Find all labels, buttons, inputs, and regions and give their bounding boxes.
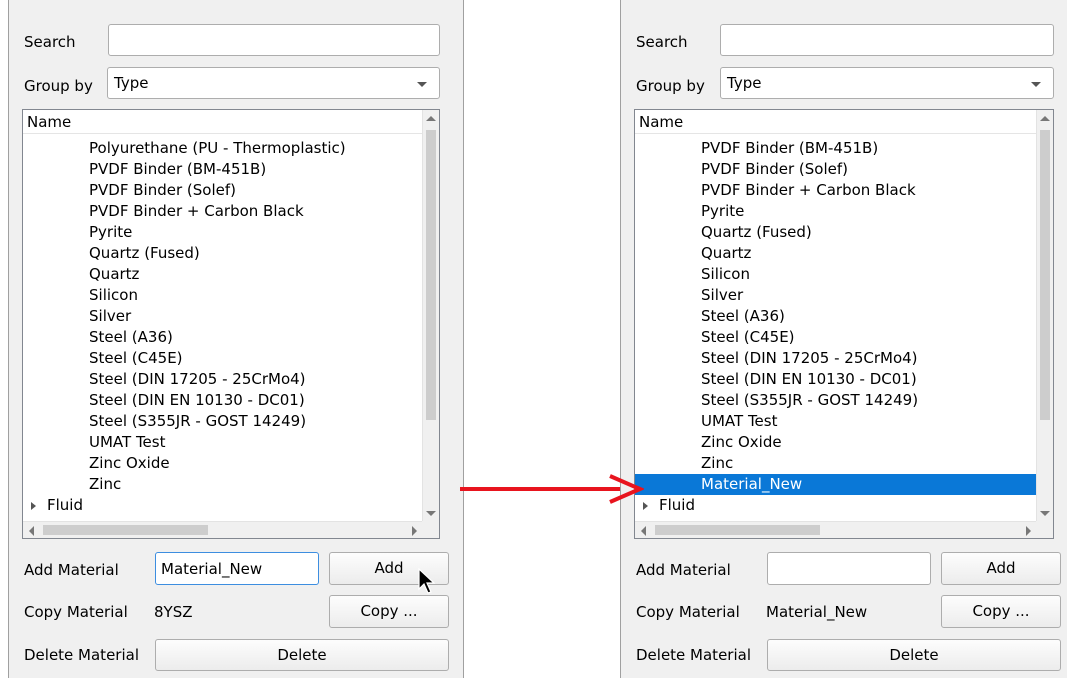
group-by-select[interactable]: Type (107, 67, 440, 99)
copy-button[interactable]: Copy ... (941, 595, 1061, 628)
search-input[interactable] (108, 24, 440, 56)
h-scrollbar-thumb[interactable] (655, 525, 820, 535)
material-item[interactable]: Steel (DIN EN 10130 - DC01) (635, 369, 1036, 390)
material-item[interactable]: Steel (C45E) (23, 348, 422, 369)
delete-material-label: Delete Material (24, 646, 139, 664)
delete-button[interactable]: Delete (155, 639, 449, 671)
search-label: Search (636, 33, 688, 51)
material-item[interactable]: UMAT Test (635, 411, 1036, 432)
material-item[interactable]: Zinc Oxide (23, 453, 422, 474)
scroll-right-icon[interactable] (1026, 526, 1031, 536)
material-tree[interactable]: Name Polyurethane (PU - Thermoplastic) PV… (22, 109, 440, 539)
material-item[interactable]: PVDF Binder + Carbon Black (635, 180, 1036, 201)
material-tree[interactable]: Name PVDF Binder (BM-451B) PVDF Binder (S… (634, 109, 1054, 539)
material-item[interactable]: Steel (DIN EN 10130 - DC01) (23, 390, 422, 411)
copy-material-value: 8YSZ (154, 603, 193, 621)
scroll-left-icon[interactable] (29, 526, 34, 536)
scroll-up-icon[interactable] (426, 116, 436, 121)
chevron-down-icon[interactable] (417, 82, 427, 87)
delete-button[interactable]: Delete (767, 639, 1061, 671)
tree-header-name[interactable]: Name (23, 110, 422, 134)
tree-group-fluid[interactable]: Fluid (635, 495, 1036, 516)
material-item[interactable]: Material_New (635, 474, 1036, 495)
material-item[interactable]: Quartz (635, 243, 1036, 264)
copy-button[interactable]: Copy ... (329, 595, 449, 628)
material-item[interactable]: PVDF Binder (BM-451B) (635, 138, 1036, 159)
material-item[interactable]: Zinc (23, 474, 422, 495)
material-item[interactable]: Steel (C45E) (635, 327, 1036, 348)
arrow-cursor-icon (418, 568, 436, 594)
group-by-label: Group by (24, 77, 93, 95)
material-item[interactable]: Quartz (23, 264, 422, 285)
material-item[interactable]: PVDF Binder (Solef) (635, 159, 1036, 180)
material-item[interactable]: Silicon (23, 285, 422, 306)
scroll-up-icon[interactable] (1040, 116, 1050, 121)
tree-header-name[interactable]: Name (635, 110, 1036, 134)
vertical-scrollbar[interactable] (1036, 110, 1053, 522)
search-label: Search (24, 33, 76, 51)
copy-material-label: Copy Material (636, 603, 740, 621)
scroll-down-icon[interactable] (426, 511, 436, 516)
add-material-input[interactable]: Material_New (155, 552, 319, 585)
h-scrollbar-thumb[interactable] (43, 525, 208, 535)
tree-group-fluid[interactable]: Fluid (23, 495, 422, 516)
group-by-label: Group by (636, 77, 705, 95)
scroll-right-icon[interactable] (412, 526, 417, 536)
expand-arrow-icon[interactable] (31, 502, 36, 510)
material-item[interactable]: PVDF Binder (BM-451B) (23, 159, 422, 180)
material-panel-before: Search Group by Type Name Polyurethane (… (8, 0, 464, 678)
search-input[interactable] (720, 24, 1054, 56)
material-item[interactable]: Pyrite (635, 201, 1036, 222)
add-material-label: Add Material (636, 561, 731, 579)
delete-material-label: Delete Material (636, 646, 751, 664)
horizontal-scrollbar[interactable] (635, 521, 1037, 538)
add-material-label: Add Material (24, 561, 119, 579)
material-item[interactable]: Steel (DIN 17205 - 25CrMo4) (23, 369, 422, 390)
material-item[interactable]: PVDF Binder + Carbon Black (23, 201, 422, 222)
material-item[interactable]: Steel (DIN 17205 - 25CrMo4) (635, 348, 1036, 369)
material-item[interactable]: Quartz (Fused) (635, 222, 1036, 243)
material-item[interactable]: Steel (S355JR - GOST 14249) (23, 411, 422, 432)
material-item[interactable]: Zinc (635, 453, 1036, 474)
material-item[interactable]: Quartz (Fused) (23, 243, 422, 264)
horizontal-scrollbar[interactable] (23, 521, 423, 538)
material-item[interactable]: PVDF Binder (Solef) (23, 180, 422, 201)
add-button[interactable]: Add (941, 552, 1061, 585)
material-item[interactable]: Steel (A36) (23, 327, 422, 348)
group-by-select[interactable]: Type (720, 67, 1054, 99)
transition-arrow-icon (460, 474, 644, 504)
chevron-down-icon[interactable] (1031, 82, 1041, 87)
material-panel-after: Search Group by Type Name PVDF Binder (B… (620, 0, 1067, 678)
material-item[interactable]: UMAT Test (23, 432, 422, 453)
material-item[interactable]: Zinc Oxide (635, 432, 1036, 453)
material-item[interactable]: Steel (S355JR - GOST 14249) (635, 390, 1036, 411)
material-item[interactable]: Silicon (635, 264, 1036, 285)
scroll-left-icon[interactable] (641, 526, 646, 536)
scrollbar-thumb[interactable] (426, 130, 436, 420)
copy-material-value: Material_New (766, 603, 868, 621)
vertical-scrollbar[interactable] (422, 110, 439, 522)
material-item[interactable]: Steel (A36) (635, 306, 1036, 327)
material-item[interactable]: Pyrite (23, 222, 422, 243)
material-item[interactable]: Silver (23, 306, 422, 327)
material-item[interactable]: Polyurethane (PU - Thermoplastic) (23, 138, 422, 159)
add-material-input[interactable] (767, 552, 931, 585)
material-item[interactable]: Silver (635, 285, 1036, 306)
scroll-down-icon[interactable] (1040, 511, 1050, 516)
copy-material-label: Copy Material (24, 603, 128, 621)
scrollbar-thumb[interactable] (1040, 130, 1050, 420)
